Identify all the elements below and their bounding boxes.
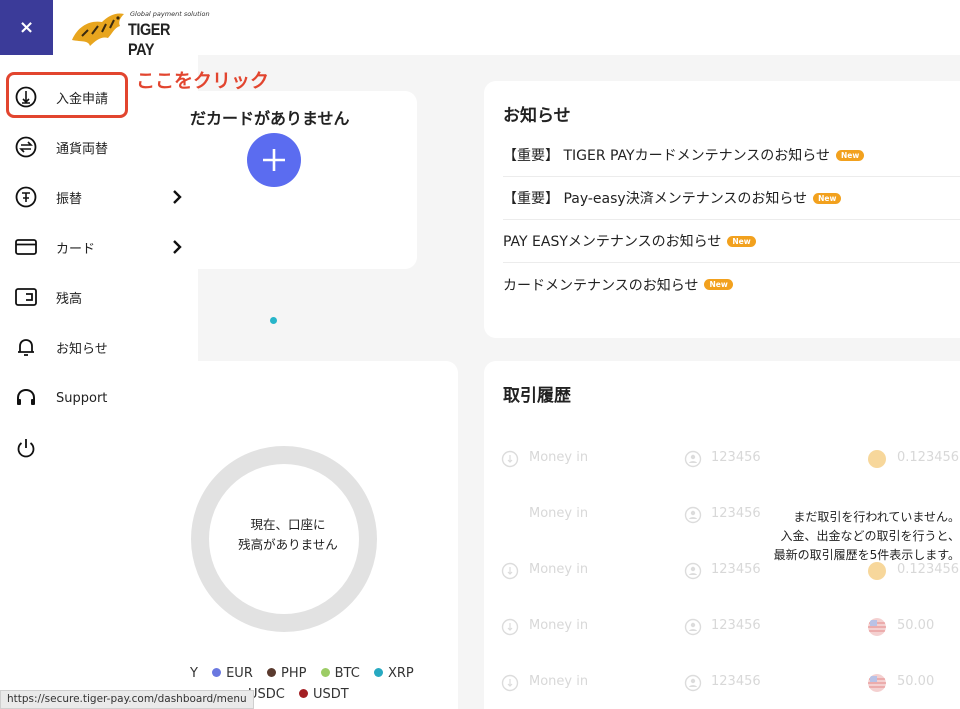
news-item[interactable]: 【重要】 Pay-easy決済メンテナンスのお知らせ New xyxy=(503,177,960,220)
empty-history-message: まだ取引を行われていません。 入金、出金などの取引を行うと、 最新の取引履歴を5… xyxy=(773,510,960,562)
news-item[interactable]: カードメンテナンスのお知らせ New xyxy=(503,263,960,306)
legend-item: BTC xyxy=(320,666,360,681)
carousel-dot[interactable] xyxy=(270,317,277,324)
card-icon xyxy=(15,239,37,255)
table-row: Money in 123456 0.1234567 xyxy=(484,562,960,618)
balance-panel: 現在、口座に 残高がありません Y EUR PHP BTC XRP USDC U… xyxy=(190,361,458,709)
new-badge: New xyxy=(836,149,865,161)
news-panel: お知らせ 【重要】 TIGER PAYカードメンテナンスのお知らせ New 【重要… xyxy=(484,81,960,338)
tiger-logo-icon xyxy=(72,13,124,47)
empty-balance-message: 現在、口座に 残高がありません xyxy=(218,515,358,555)
money-in-icon xyxy=(501,618,519,636)
chevron-right-icon xyxy=(173,190,182,204)
sidebar-item-balance[interactable]: 残高 xyxy=(0,272,198,322)
sidebar-item-exchange[interactable]: 通貨両替 xyxy=(0,122,198,172)
sidebar-item-label: Support xyxy=(56,390,108,406)
logo-tagline: Global payment solution xyxy=(130,10,210,18)
transfer-icon xyxy=(15,186,37,208)
currency-legend-row1: Y EUR PHP BTC XRP xyxy=(190,666,424,681)
tiger-pay-logo[interactable]: Global payment solution TIGER PAY xyxy=(68,6,210,59)
close-menu-button[interactable]: × xyxy=(0,0,53,55)
legend-item: XRP xyxy=(373,666,414,681)
table-row: Money in 123456 50.00 xyxy=(484,618,960,674)
user-icon xyxy=(684,674,702,692)
browser-status-url: https://secure.tiger-pay.com/dashboard/m… xyxy=(0,690,254,709)
wallet-icon xyxy=(15,288,37,306)
sidebar-item-notices[interactable]: お知らせ xyxy=(0,322,198,372)
bell-icon xyxy=(18,339,34,356)
sidebar-item-label: お知らせ xyxy=(56,341,108,357)
legend-item: USDT xyxy=(299,687,349,702)
sidebar-menu: 入金申請 通貨両替 振替 カード 残高 お知らせ Support xyxy=(0,55,198,709)
empty-balance-line2: 残高がありません xyxy=(238,537,338,552)
sidebar-item-transfer[interactable]: 振替 xyxy=(0,172,198,222)
sidebar-item-label: 残高 xyxy=(56,291,83,307)
logo-name: TIGER PAY xyxy=(128,20,171,59)
usd-flag-icon xyxy=(868,674,886,692)
new-badge: New xyxy=(727,235,756,247)
top-bar: × Global payment solution TIGER PAY xyxy=(0,0,960,59)
add-card-button[interactable] xyxy=(247,133,301,187)
legend-item: PHP xyxy=(267,666,306,681)
sidebar-item-card[interactable]: カード xyxy=(0,222,198,272)
click-here-annotation: ここをクリック xyxy=(136,70,270,92)
sidebar-item-label: 通貨両替 xyxy=(56,141,109,157)
sidebar-item-label: 振替 xyxy=(56,191,83,207)
empty-balance-line1: 現在、口座に xyxy=(250,517,326,532)
usd-flag-icon xyxy=(868,618,886,636)
power-icon xyxy=(17,439,35,458)
user-icon xyxy=(684,562,702,580)
new-badge: New xyxy=(813,192,842,204)
currency-legend-row2: USDC USDT xyxy=(248,687,359,702)
chevron-right-icon xyxy=(173,240,182,254)
news-title: お知らせ xyxy=(503,106,571,126)
plus-icon xyxy=(263,149,285,171)
news-item[interactable]: 【重要】 TIGER PAYカードメンテナンスのお知らせ New xyxy=(503,134,960,177)
table-row: Money in 123456 0.1234567 xyxy=(484,450,960,506)
btc-icon xyxy=(868,450,886,468)
headset-icon xyxy=(17,388,35,405)
no-card-message: だカードがありません xyxy=(190,109,350,128)
money-in-icon xyxy=(501,562,519,580)
user-icon xyxy=(684,506,702,524)
money-in-icon xyxy=(501,674,519,692)
exchange-icon xyxy=(15,136,37,158)
user-icon xyxy=(684,450,702,468)
table-row: Money in 123456 50.00 xyxy=(484,674,960,709)
news-item[interactable]: PAY EASYメンテナンスのお知らせ New xyxy=(503,220,960,263)
money-in-icon xyxy=(501,450,519,468)
legend-item: Y xyxy=(190,666,198,681)
new-badge: New xyxy=(704,279,733,290)
sidebar-item-logout[interactable] xyxy=(0,423,198,473)
highlight-annotation-box xyxy=(6,72,128,118)
user-icon xyxy=(684,618,702,636)
sidebar-item-label: カード xyxy=(56,241,96,257)
sidebar-item-support[interactable]: Support xyxy=(0,373,198,423)
transaction-history-panel: 取引履歴 Money in 123456 0.1234567 Money in … xyxy=(484,361,960,709)
card-list-panel: だカードがありません xyxy=(190,91,417,269)
history-title: 取引履歴 xyxy=(503,386,571,406)
legend-item: EUR xyxy=(212,666,253,681)
